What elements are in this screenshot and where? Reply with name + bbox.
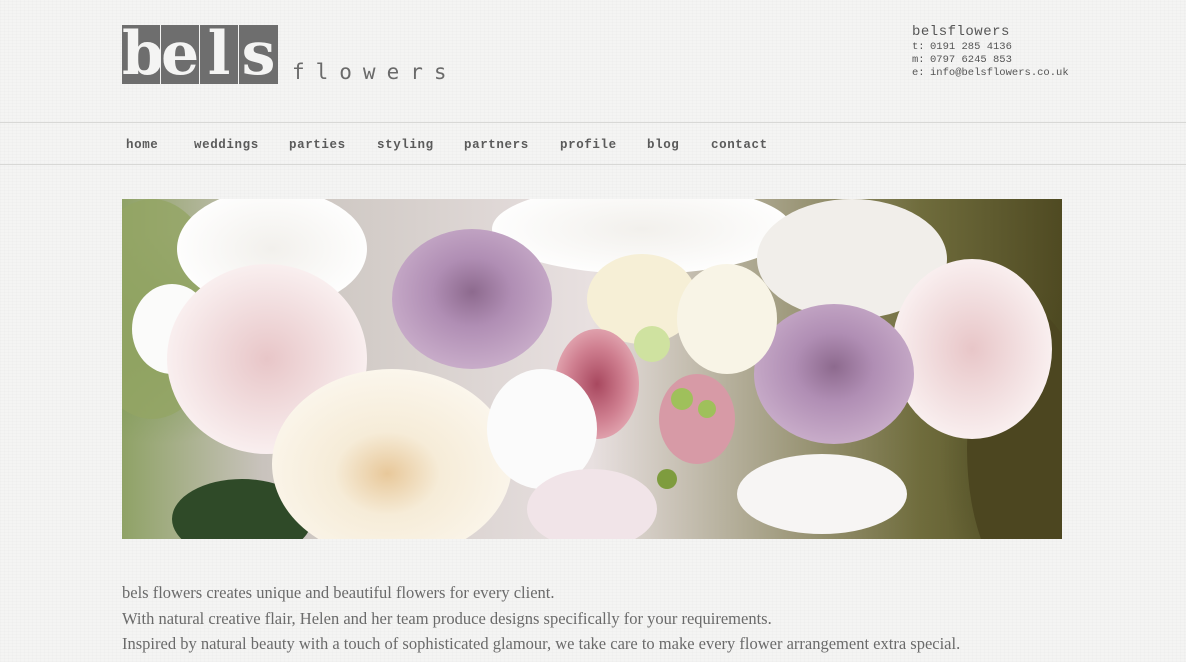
nav-list: home weddings parties styling partners p… <box>126 123 781 166</box>
logo-letter: b <box>122 25 161 84</box>
intro-line: With natural creative flair, Helen and h… <box>122 608 772 628</box>
nav-profile[interactable]: profile <box>560 138 647 152</box>
contact-phone-value: 0191 285 4136 <box>930 41 1012 53</box>
contact-email: e: info@belsflowers.co.uk <box>912 67 1112 80</box>
nav-weddings[interactable]: weddings <box>194 138 289 152</box>
contact-mobile: m: 0797 6245 853 <box>912 54 1112 67</box>
green-bud <box>657 469 677 489</box>
contact-business-name: belsflowers <box>912 24 1010 40</box>
green-bud <box>671 388 693 410</box>
intro-line: bels flowers creates unique and beautifu… <box>122 583 555 602</box>
contact-details: belsflowers t: 0191 285 4136 m: 0797 6245 … <box>912 24 1112 80</box>
contact-phone-label: t: <box>912 41 925 53</box>
contact-phone: t: 0191 285 4136 <box>912 41 1112 54</box>
logo-letter: e <box>161 25 200 84</box>
nav-home[interactable]: home <box>126 138 194 152</box>
nav-blog[interactable]: blog <box>647 138 711 152</box>
green-bud <box>698 400 716 418</box>
lilac-rose <box>392 229 552 369</box>
contact-mobile-label: m: <box>912 54 925 66</box>
logo-letter: s <box>239 25 278 84</box>
contact-mobile-value: 0797 6245 853 <box>930 54 1012 66</box>
contact-email-label: e: <box>912 67 925 79</box>
logo-letter-blocks: b e l s <box>122 25 278 84</box>
main-navigation: home weddings parties styling partners p… <box>0 122 1186 165</box>
intro-line: Inspired by natural beauty with a touch … <box>122 634 961 653</box>
blush-rose <box>892 259 1052 439</box>
hero-flower-image <box>122 199 1062 539</box>
nav-contact[interactable]: contact <box>711 138 781 152</box>
nav-parties[interactable]: parties <box>289 138 377 152</box>
bouquet-illustration <box>122 199 1062 539</box>
intro-text: bels flowers creates unique and beautifu… <box>122 580 1082 657</box>
green-bud <box>634 326 670 362</box>
white-sweet-pea <box>737 454 907 534</box>
nav-styling[interactable]: styling <box>377 138 464 152</box>
contact-email-link[interactable]: info@belsflowers.co.uk <box>930 67 1069 79</box>
cream-freesia <box>677 264 777 374</box>
pink-rose-bud <box>659 374 735 464</box>
lilac-rose <box>754 304 914 444</box>
nav-partners[interactable]: partners <box>464 138 560 152</box>
logo-letter: l <box>200 25 239 84</box>
logo-wordmark: flowers <box>292 60 458 84</box>
